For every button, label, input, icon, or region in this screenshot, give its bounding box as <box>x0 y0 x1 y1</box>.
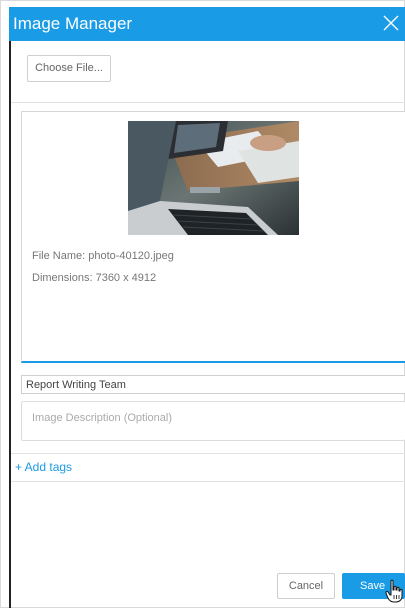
close-icon[interactable] <box>380 12 402 34</box>
image-manager-dialog: Image Manager Choose File... File Name: … <box>0 0 405 608</box>
image-thumbnail <box>128 121 299 235</box>
image-description-field[interactable] <box>21 401 405 441</box>
dialog-titlebar: Image Manager <box>9 7 405 41</box>
add-tags-link[interactable]: + Add tags <box>15 460 72 474</box>
dialog-left-border <box>9 41 11 608</box>
cancel-button[interactable]: Cancel <box>277 573 335 599</box>
choose-file-button[interactable]: Choose File... <box>27 55 111 82</box>
dialog-title: Image Manager <box>13 14 133 33</box>
laptop-desk-photo <box>128 121 299 235</box>
dimensions-text: Dimensions: 7360 x 4912 <box>32 272 157 284</box>
divider <box>11 481 405 482</box>
divider <box>11 453 405 454</box>
save-button-label: Save <box>360 580 386 592</box>
hand-pointer-icon <box>384 579 404 603</box>
divider <box>11 102 405 103</box>
file-name-text: File Name: photo-40120.jpeg <box>32 250 174 262</box>
image-title-input[interactable] <box>21 375 405 394</box>
image-preview-panel: File Name: photo-40120.jpeg Dimensions: … <box>21 111 405 363</box>
